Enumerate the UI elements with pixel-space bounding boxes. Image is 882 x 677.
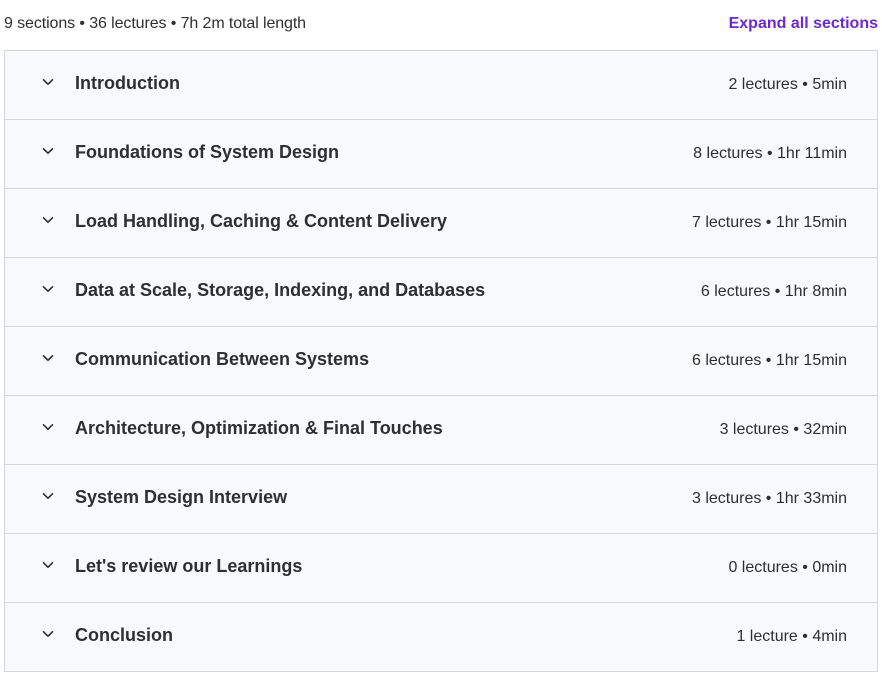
section-title: System Design Interview — [75, 487, 288, 507]
section-title: Conclusion — [75, 625, 173, 645]
chevron-down-icon[interactable] — [41, 420, 55, 434]
expand-all-sections-button[interactable]: Expand all sections — [729, 15, 878, 33]
section-meta: 8 lectures • 1hr 11min — [693, 145, 847, 162]
section-panel[interactable]: Foundations of System Design 8 lectures … — [5, 120, 877, 189]
section-panel[interactable]: Conclusion 1 lecture • 4min — [5, 603, 877, 672]
section-title: Foundations of System Design — [75, 142, 340, 162]
section-meta: 3 lectures • 32min — [719, 421, 847, 438]
chevron-down-icon[interactable] — [41, 558, 55, 572]
section-title: Let's review our Learnings — [75, 556, 303, 576]
section-panel[interactable]: System Design Interview 3 lectures • 1hr… — [5, 465, 877, 534]
section-title: Communication Between Systems — [75, 349, 370, 369]
chevron-down-icon[interactable] — [41, 627, 55, 641]
section-title: Load Handling, Caching & Content Deliver… — [75, 211, 448, 231]
section-title: Architecture, Optimization & Final Touch… — [75, 418, 443, 438]
section-title: Introduction — [75, 73, 180, 93]
section-meta: 1 lecture • 4min — [736, 628, 847, 645]
chevron-down-icon[interactable] — [41, 213, 55, 227]
section-meta: 6 lectures • 1hr 15min — [691, 352, 847, 369]
section-panel[interactable]: Communication Between Systems 6 lectures… — [5, 327, 877, 396]
section-panel[interactable]: Load Handling, Caching & Content Deliver… — [5, 189, 877, 258]
chevron-down-icon[interactable] — [41, 489, 55, 503]
section-meta: 2 lectures • 5min — [728, 76, 847, 93]
section-panel[interactable]: Let's review our Learnings 0 lectures • … — [5, 534, 877, 603]
section-list: Introduction 2 lectures • 5min Foundatio… — [4, 50, 878, 672]
section-panel[interactable]: Data at Scale, Storage, Indexing, and Da… — [5, 258, 877, 327]
section-meta: 3 lectures • 1hr 33min — [691, 490, 847, 507]
chevron-down-icon[interactable] — [41, 351, 55, 365]
curriculum-header: 9 sections • 36 lectures • 7h 2m total l… — [0, 0, 882, 50]
chevron-down-icon[interactable] — [41, 144, 55, 158]
course-summary: 9 sections • 36 lectures • 7h 2m total l… — [4, 15, 306, 32]
section-title: Data at Scale, Storage, Indexing, and Da… — [75, 280, 486, 300]
section-meta: 0 lectures • 0min — [728, 559, 847, 576]
section-panel[interactable]: Architecture, Optimization & Final Touch… — [5, 396, 877, 465]
section-panel[interactable]: Introduction 2 lectures • 5min — [5, 51, 877, 120]
section-meta: 7 lectures • 1hr 15min — [691, 214, 847, 231]
section-meta: 6 lectures • 1hr 8min — [700, 283, 847, 300]
chevron-down-icon[interactable] — [41, 75, 55, 89]
chevron-down-icon[interactable] — [41, 282, 55, 296]
